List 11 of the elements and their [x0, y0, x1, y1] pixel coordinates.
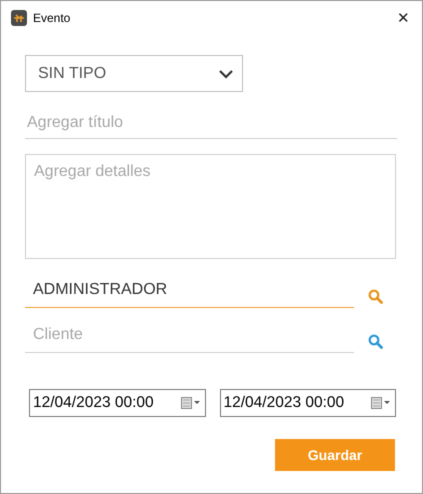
date-time-picker[interactable]: 12/04/2023 00:00: [220, 389, 396, 417]
close-button[interactable]: ✕: [393, 9, 414, 27]
type-dropdown[interactable]: SIN TIPO: [25, 55, 243, 92]
date-time-picker[interactable]: 12/04/2023 00:00: [29, 389, 206, 417]
window-title: Evento: [33, 11, 72, 25]
details-field[interactable]: Agregar detalles: [25, 154, 396, 259]
app-icon: [11, 10, 27, 26]
calendar-dropdown-icon[interactable]: [180, 397, 200, 409]
search-icon[interactable]: [368, 334, 383, 349]
calendar-dropdown-icon[interactable]: [371, 397, 391, 409]
chevron-down-icon: [218, 68, 234, 78]
